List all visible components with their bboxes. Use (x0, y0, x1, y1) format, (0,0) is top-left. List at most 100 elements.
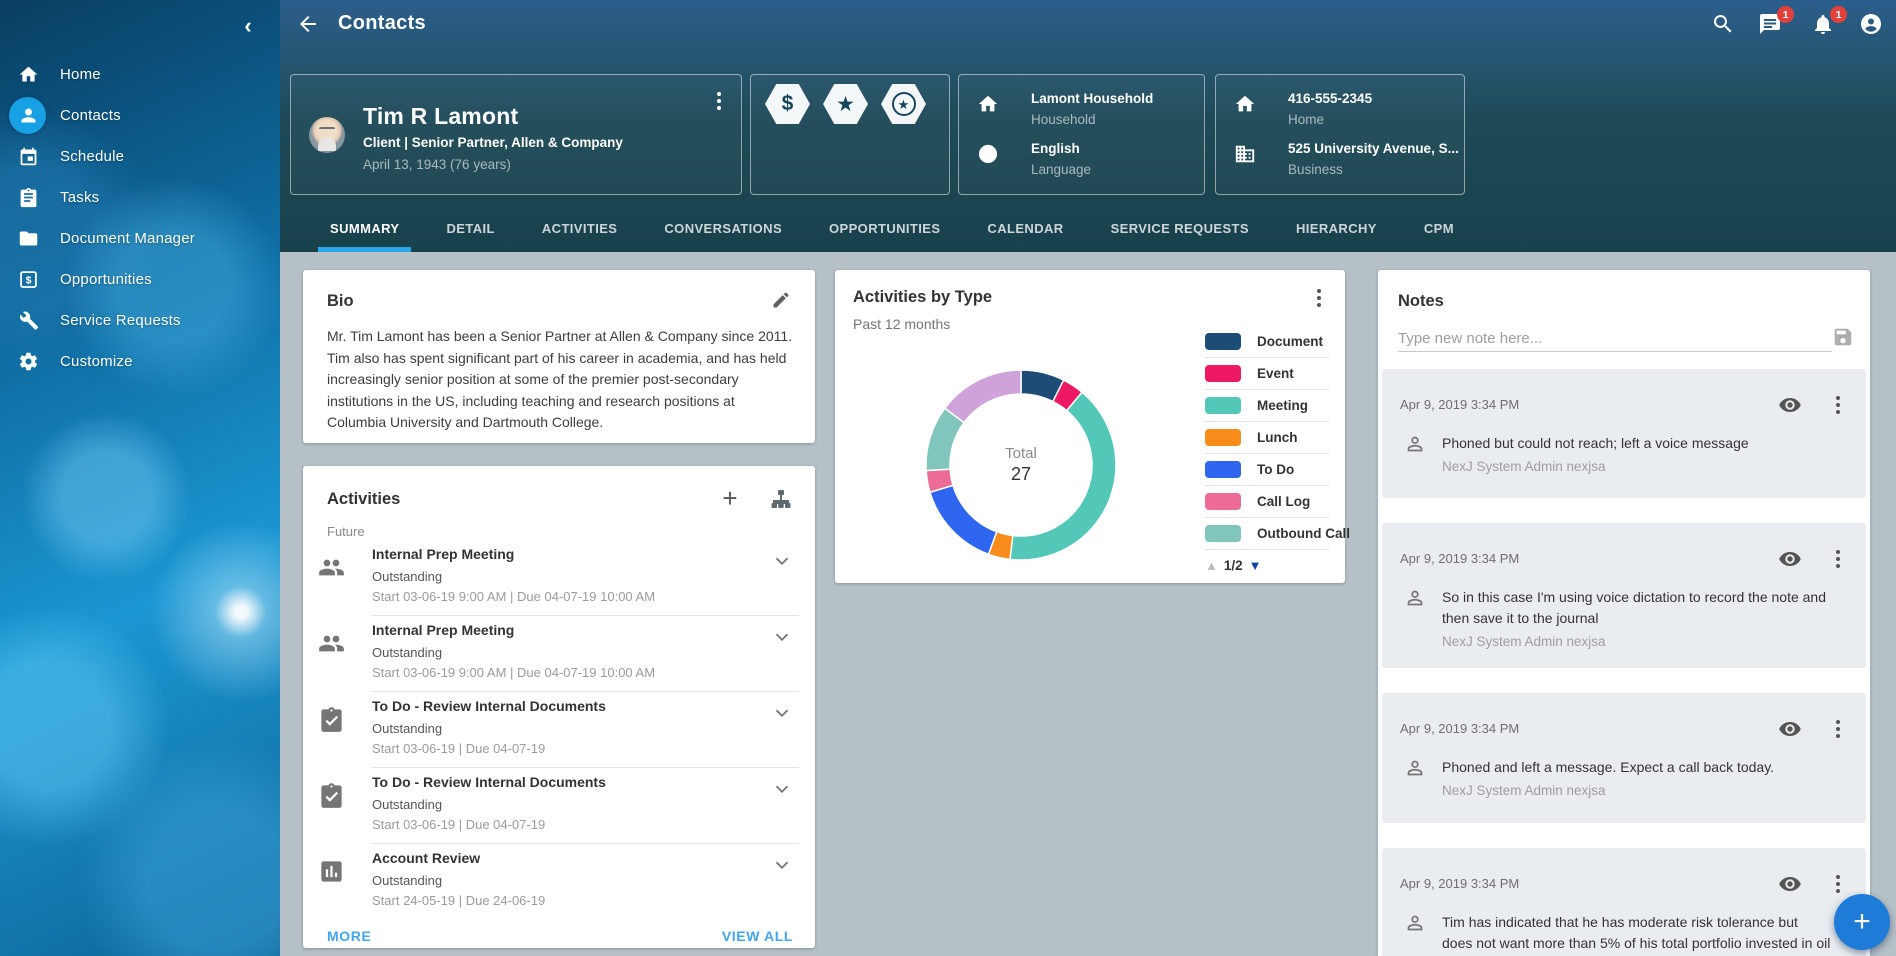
person-icon (1404, 433, 1426, 455)
note-entry: Apr 9, 2019 3:34 PM Tim has indicated th… (1382, 848, 1866, 956)
eye-icon[interactable] (1778, 393, 1802, 417)
sidebar-item-tasks[interactable]: Tasks (0, 177, 280, 218)
sidebar-item-home[interactable]: Home (0, 54, 280, 95)
dollar-box-icon: $ (16, 268, 40, 292)
activities-group-label: Future (327, 524, 365, 539)
back-arrow-icon[interactable] (296, 12, 324, 40)
legend-swatch (1205, 365, 1241, 382)
hierarchy-view-icon[interactable] (769, 488, 793, 512)
view-all-button[interactable]: VIEW ALL (722, 928, 793, 944)
more-button[interactable]: MORE (327, 928, 371, 944)
tab-service-requests[interactable]: SERVICE REQUESTS (1111, 205, 1249, 252)
donut-segment (930, 485, 997, 554)
tab-calendar[interactable]: CALENDAR (987, 205, 1063, 252)
activity-row[interactable]: To Do - Review Internal Documents Outsta… (303, 692, 815, 768)
add-fab-button[interactable]: + (1834, 894, 1890, 950)
note-entry: Apr 9, 2019 3:34 PM Phoned and left a me… (1382, 693, 1866, 823)
eye-icon[interactable] (1778, 872, 1802, 896)
sidebar-item-schedule[interactable]: Schedule (0, 136, 280, 177)
chevron-down-icon[interactable] (771, 778, 793, 800)
note-text: Phoned but could not reach; left a voice… (1442, 433, 1832, 454)
person-icon (1404, 587, 1426, 609)
notifications-badge: 1 (1830, 6, 1847, 23)
wrench-icon (16, 309, 40, 333)
note-author: NexJ System Admin nexjsa (1442, 631, 1832, 652)
note-menu-icon[interactable] (1828, 872, 1848, 896)
activity-row[interactable]: Account Review Outstanding Start 24-05-1… (303, 844, 815, 920)
profile-menu-icon[interactable] (709, 89, 729, 113)
household-name[interactable]: Lamont Household (1031, 91, 1153, 106)
eye-icon[interactable] (1778, 717, 1802, 741)
legend-swatch (1205, 493, 1241, 510)
building-icon (1234, 143, 1256, 165)
chart-menu-icon[interactable] (1309, 286, 1329, 310)
chevron-down-icon[interactable] (771, 550, 793, 572)
legend-page-down-icon[interactable]: ▼ (1249, 558, 1262, 573)
address-value[interactable]: 525 University Avenue, S... (1288, 141, 1459, 156)
notifications-icon[interactable]: 1 (1811, 12, 1839, 40)
note-menu-icon[interactable] (1828, 393, 1848, 417)
new-note-input[interactable] (1398, 326, 1832, 352)
bio-text: Mr. Tim Lamont has been a Senior Partner… (327, 326, 793, 434)
legend-pager: ▲ 1/2 ▼ (1205, 558, 1262, 573)
tab-activities[interactable]: ACTIVITIES (542, 205, 618, 252)
sidebar-item-customize[interactable]: Customize (0, 341, 280, 382)
activity-status: Outstanding (372, 645, 442, 660)
activity-dates: Start 24-05-19 | Due 24-06-19 (372, 893, 545, 908)
activity-status: Outstanding (372, 873, 442, 888)
legend-page-up-icon[interactable]: ▲ (1205, 558, 1218, 573)
activity-row[interactable]: Internal Prep Meeting Outstanding Start … (303, 540, 815, 616)
activity-title: To Do - Review Internal Documents (372, 698, 606, 714)
sidebar-item-contacts[interactable]: Contacts (0, 95, 280, 136)
note-text: Tim has indicated that he has moderate r… (1442, 912, 1832, 956)
note-date: Apr 9, 2019 3:34 PM (1400, 876, 1519, 891)
chevron-down-icon[interactable] (771, 626, 793, 648)
person-icon (1404, 912, 1426, 934)
eye-icon[interactable] (1778, 547, 1802, 571)
home-icon (1234, 93, 1256, 115)
chevron-down-icon[interactable] (771, 854, 793, 876)
tab-cpm[interactable]: CPM (1424, 205, 1454, 252)
phone-label: Home (1288, 112, 1324, 127)
activity-title: Internal Prep Meeting (372, 546, 514, 562)
contact-header: Contacts 1 1 Tim R Lamont Client | Senio… (280, 0, 1896, 252)
tab-opportunities[interactable]: OPPORTUNITIES (829, 205, 940, 252)
chat-icon[interactable]: 1 (1758, 12, 1786, 40)
legend-page-indicator: 1/2 (1224, 558, 1243, 573)
activity-dates: Start 03-06-19 | Due 04-07-19 (372, 817, 545, 832)
legend-row: To Do (1205, 454, 1330, 486)
activity-row[interactable]: To Do - Review Internal Documents Outsta… (303, 768, 815, 844)
legend-swatch (1205, 461, 1241, 478)
sidebar: ‹ Home Contacts Schedule (0, 0, 280, 956)
sidebar-item-service-requests[interactable]: Service Requests (0, 300, 280, 341)
contact-subtitle: Client | Senior Partner, Allen & Company (363, 135, 623, 150)
account-icon[interactable] (1859, 12, 1887, 40)
legend-row: Meeting (1205, 390, 1330, 422)
edit-pencil-icon[interactable] (771, 290, 793, 312)
activity-row[interactable]: Internal Prep Meeting Outstanding Start … (303, 616, 815, 692)
tab-conversations[interactable]: CONVERSATIONS (664, 205, 782, 252)
legend-swatch (1205, 333, 1241, 350)
phone-number[interactable]: 416-555-2345 (1288, 91, 1372, 106)
tab-summary[interactable]: SUMMARY (330, 205, 399, 252)
star-badge-icon[interactable]: ★ (823, 84, 868, 124)
save-note-icon[interactable] (1832, 326, 1856, 350)
add-activity-icon[interactable]: + (717, 486, 743, 512)
activity-title: Internal Prep Meeting (372, 622, 514, 638)
sidebar-item-document-manager[interactable]: Document Manager (0, 218, 280, 259)
note-menu-icon[interactable] (1828, 547, 1848, 571)
circle-star-badge-icon[interactable]: ★ (881, 84, 926, 124)
activities-title: Activities (327, 490, 400, 509)
dollar-badge-icon[interactable]: $ (765, 84, 810, 124)
tab-detail[interactable]: DETAIL (446, 205, 494, 252)
legend-row: Document (1205, 326, 1330, 358)
chevron-down-icon[interactable] (771, 702, 793, 724)
sidebar-collapse-icon[interactable]: ‹ (233, 11, 263, 41)
sidebar-item-opportunities[interactable]: $ Opportunities (0, 259, 280, 300)
calendar-icon (16, 145, 40, 169)
tab-hierarchy[interactable]: HIERARCHY (1296, 205, 1377, 252)
activity-title: Account Review (372, 850, 480, 866)
topbar: Contacts 1 1 (280, 0, 1896, 52)
search-icon[interactable] (1711, 12, 1739, 40)
note-menu-icon[interactable] (1828, 717, 1848, 741)
